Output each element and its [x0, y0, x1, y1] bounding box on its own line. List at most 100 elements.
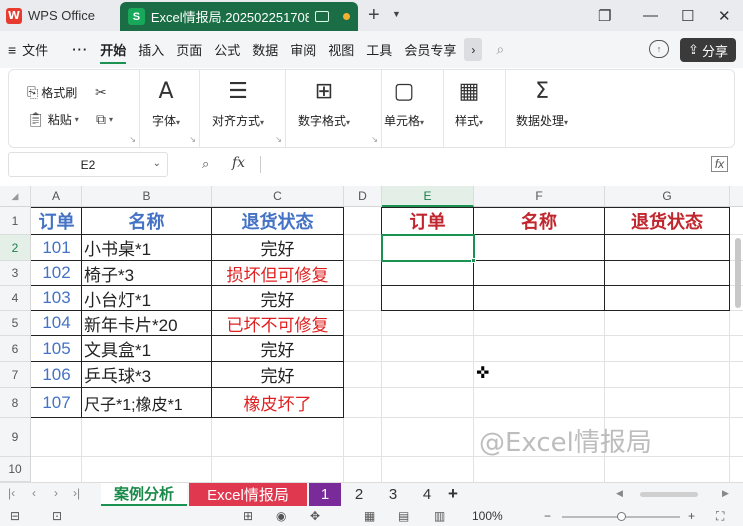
search-icon[interactable]: ⌕: [496, 41, 504, 58]
expand-formula-icon[interactable]: fx: [711, 156, 728, 172]
row-header-5[interactable]: 5: [0, 311, 31, 336]
fullscreen-icon[interactable]: ⛶: [716, 509, 724, 524]
normal-view-icon[interactable]: ▦: [364, 509, 375, 523]
column-header-a[interactable]: A: [31, 186, 82, 207]
data-process-button[interactable]: Σ 数据处理▾: [516, 80, 568, 129]
column-header-g[interactable]: G: [605, 186, 730, 207]
restore-window-icon[interactable]: ❐: [598, 7, 611, 25]
column-header-f[interactable]: F: [474, 186, 605, 207]
zoom-out-button[interactable]: −: [544, 509, 551, 523]
scroll-right-icon[interactable]: ▶: [722, 488, 729, 499]
cell-button[interactable]: ▢ 单元格▾: [384, 80, 424, 129]
document-tab[interactable]: S Excel情报局.20250225170808: [120, 2, 358, 31]
next-sheet-icon[interactable]: ›: [54, 486, 58, 500]
row-header-7[interactable]: 7: [0, 362, 31, 388]
format-painter-button[interactable]: ⎘ 格式刷: [27, 84, 77, 101]
column-header-d[interactable]: D: [344, 186, 382, 207]
dialog-launcher-icon[interactable]: ↘: [275, 135, 282, 144]
tab-view[interactable]: 视图: [322, 31, 360, 68]
macro-icon[interactable]: ⊟: [10, 509, 20, 523]
zoom-in-button[interactable]: +: [688, 509, 695, 523]
more-tabs-button[interactable]: ›: [464, 38, 483, 61]
sheet-tab-4[interactable]: 4: [411, 483, 443, 506]
cell-c1[interactable]: 退货状态: [212, 208, 343, 234]
cell-a2[interactable]: 101: [32, 235, 81, 260]
cell-b6[interactable]: 文具盒*1: [82, 336, 211, 361]
fill-handle[interactable]: [471, 258, 476, 263]
sheet-tab-excel[interactable]: Excel情报局: [189, 483, 307, 506]
sheet-tab-2[interactable]: 2: [343, 483, 375, 506]
cell-b1[interactable]: 名称: [82, 208, 211, 234]
page-layout-icon[interactable]: ▤: [398, 509, 409, 523]
cell-a8[interactable]: 107: [32, 388, 81, 417]
cell-b2[interactable]: 小书桌*1: [82, 235, 211, 260]
vertical-scrollbar[interactable]: [735, 238, 741, 308]
tab-data[interactable]: 数据: [246, 31, 284, 68]
cell-a7[interactable]: 106: [32, 362, 81, 387]
cell-c3[interactable]: 损坏但可修复: [212, 261, 343, 285]
row-header-9[interactable]: 9: [0, 418, 31, 457]
scissors-icon[interactable]: ✂: [95, 84, 107, 101]
tab-formula[interactable]: 公式: [208, 31, 246, 68]
cross-highlight-icon[interactable]: ✥: [310, 509, 320, 523]
row-header-8[interactable]: 8: [0, 388, 31, 418]
cell-b8[interactable]: 尺子*1;橡皮*1: [82, 388, 211, 417]
align-button[interactable]: ☰ 对齐方式▾: [212, 80, 264, 129]
first-sheet-icon[interactable]: |‹: [8, 486, 15, 500]
cell-a1[interactable]: 订单: [32, 208, 81, 234]
copy-button[interactable]: ⧉ ▾: [96, 111, 113, 128]
cell-f1[interactable]: 名称: [474, 208, 604, 234]
scroll-left-icon[interactable]: ◀: [616, 488, 623, 499]
last-sheet-icon[interactable]: ›|: [73, 486, 80, 500]
cell-c6[interactable]: 完好: [212, 336, 343, 361]
cell-b3[interactable]: 椅子*3: [82, 261, 211, 285]
cell-c5[interactable]: 已坏不可修复: [212, 311, 343, 335]
zoom-icon[interactable]: ⌕: [202, 156, 209, 172]
row-header-4[interactable]: 4: [0, 286, 31, 311]
close-button[interactable]: ✕: [718, 7, 731, 25]
font-button[interactable]: A 字体▾: [152, 80, 180, 129]
selected-cell-e2[interactable]: [381, 234, 475, 262]
column-header-h[interactable]: [730, 186, 743, 207]
horizontal-scrollbar[interactable]: [640, 492, 698, 497]
share-button[interactable]: ⇪ 分享: [680, 38, 736, 62]
cell-a4[interactable]: 103: [32, 286, 81, 310]
name-box[interactable]: E2 ⌄: [8, 152, 168, 177]
page-break-icon[interactable]: ▥: [434, 509, 445, 523]
column-header-e[interactable]: E: [382, 186, 474, 207]
dialog-launcher-icon[interactable]: ↘: [189, 135, 196, 144]
cell-a3[interactable]: 102: [32, 261, 81, 285]
tab-tools[interactable]: 工具: [360, 31, 398, 68]
monitor-icon[interactable]: [315, 11, 330, 22]
tab-review[interactable]: 审阅: [284, 31, 322, 68]
cell-c4[interactable]: 完好: [212, 286, 343, 310]
row-header-3[interactable]: 3: [0, 261, 31, 286]
read-mode-icon[interactable]: ⊞: [243, 509, 253, 523]
row-header-10[interactable]: 10: [0, 457, 31, 482]
sheet-status-icon[interactable]: ⊡: [52, 509, 62, 523]
minimize-button[interactable]: —: [643, 7, 658, 24]
add-sheet-button[interactable]: +: [448, 484, 458, 504]
cell-a5[interactable]: 104: [32, 311, 81, 335]
row-header-1[interactable]: 1: [0, 207, 31, 235]
cell-b5[interactable]: 新年卡片*20: [82, 311, 211, 335]
tab-insert[interactable]: 插入: [132, 31, 170, 68]
cell-c8[interactable]: 橡皮坏了: [212, 388, 343, 417]
cell-b7[interactable]: 乒乓球*3: [82, 362, 211, 387]
more-menu-icon[interactable]: ···: [66, 31, 94, 68]
number-format-button[interactable]: ⊞ 数字格式▾: [298, 80, 350, 129]
zoom-level[interactable]: 100%: [472, 509, 503, 523]
column-header-c[interactable]: C: [212, 186, 344, 207]
sheet-tab-1[interactable]: 1: [309, 483, 341, 506]
tab-home[interactable]: 开始: [94, 31, 132, 68]
cloud-sync-icon[interactable]: ↑: [649, 40, 669, 58]
sheet-tab-case[interactable]: 案例分析: [101, 483, 187, 506]
cell-b4[interactable]: 小台灯*1: [82, 286, 211, 310]
cell-a6[interactable]: 105: [32, 336, 81, 361]
chevron-down-icon[interactable]: ▼: [392, 9, 401, 19]
file-menu[interactable]: 文件: [16, 31, 54, 68]
cell-c2[interactable]: 完好: [212, 235, 343, 260]
row-header-6[interactable]: 6: [0, 336, 31, 362]
tab-page[interactable]: 页面: [170, 31, 208, 68]
chevron-down-icon[interactable]: ⌄: [153, 158, 161, 169]
